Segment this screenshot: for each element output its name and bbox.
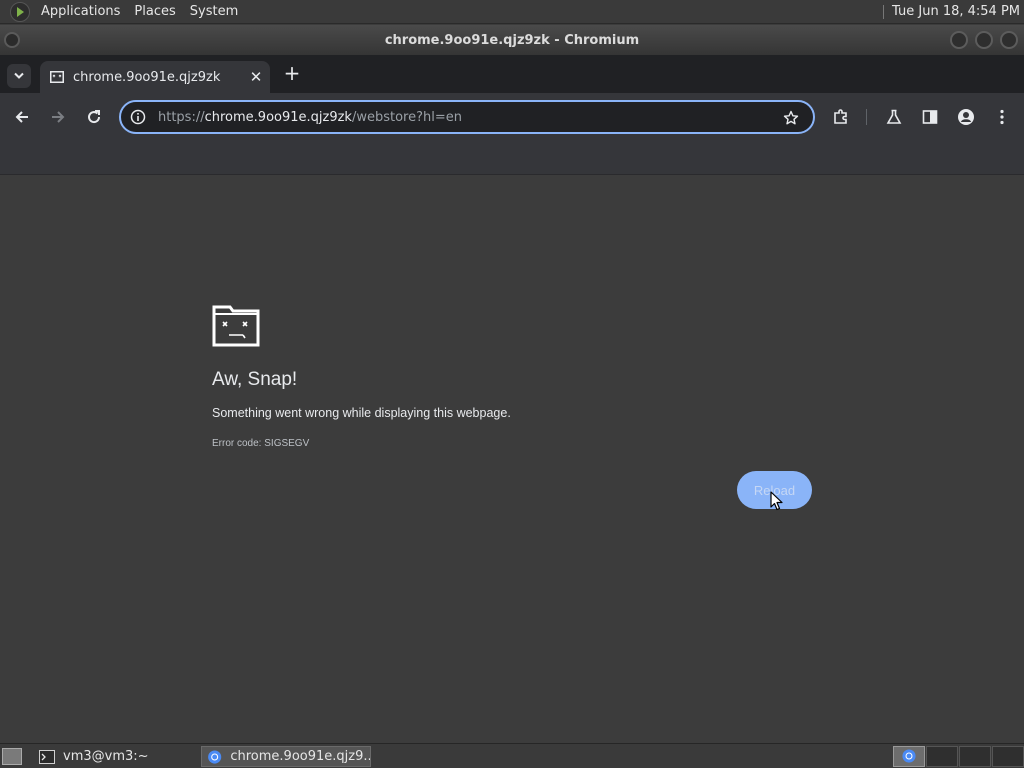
menu-icon bbox=[1000, 109, 1004, 125]
back-icon bbox=[15, 111, 28, 123]
chevron-down-icon bbox=[14, 72, 24, 79]
profile-button[interactable] bbox=[954, 105, 978, 129]
page-favicon-icon bbox=[50, 71, 64, 83]
tab-active[interactable]: chrome.9oo91e.qjz9zk ✕ bbox=[40, 61, 270, 93]
toolbar-separator bbox=[866, 109, 867, 125]
bookmark-star-icon[interactable] bbox=[783, 110, 799, 126]
labs-icon bbox=[886, 109, 902, 124]
reload-button[interactable] bbox=[82, 105, 106, 129]
extensions-button[interactable] bbox=[829, 105, 853, 129]
side-panel-button[interactable] bbox=[918, 105, 942, 129]
menu-button[interactable] bbox=[990, 105, 1014, 129]
applications-menu[interactable]: Applications bbox=[34, 4, 127, 19]
tab-title: chrome.9oo91e.qjz9zk bbox=[73, 69, 221, 85]
error-page: Aw, Snap! Something went wrong while dis… bbox=[0, 175, 1024, 743]
extensions-icon bbox=[834, 109, 847, 124]
workspace-2[interactable] bbox=[926, 746, 958, 767]
window-titlebar[interactable]: chrome.9oo91e.qjz9zk - Chromium bbox=[0, 25, 1024, 55]
tab-search-button[interactable] bbox=[7, 64, 31, 88]
panel-separator bbox=[883, 4, 885, 19]
maximize-button[interactable] bbox=[975, 31, 993, 49]
show-desktop-button[interactable] bbox=[2, 748, 22, 765]
site-info-icon[interactable] bbox=[130, 109, 146, 125]
forward-button[interactable] bbox=[46, 105, 70, 129]
workspace-3[interactable] bbox=[959, 746, 991, 767]
mouse-cursor-icon bbox=[770, 491, 783, 511]
taskbar-item-terminal[interactable]: vm3@vm3:~ bbox=[34, 746, 196, 767]
url-path: /webstore?hl=en bbox=[351, 109, 462, 125]
places-menu[interactable]: Places bbox=[127, 4, 182, 19]
clock-text: Tue Jun 18, 4:54 PM bbox=[892, 4, 1020, 19]
error-code: Error code: SIGSEGV bbox=[212, 438, 310, 449]
taskbar-item-label: chrome.9oo91e.qjz9... bbox=[230, 749, 370, 764]
workspace-4[interactable] bbox=[992, 746, 1024, 767]
browser-toolbar: https://chrome.9oo91e.qjz9zk/webstore?hl… bbox=[0, 93, 1024, 141]
close-icon[interactable]: ✕ bbox=[246, 67, 266, 87]
taskbar-item-chromium[interactable]: chrome.9oo91e.qjz9... bbox=[201, 746, 371, 767]
profile-icon bbox=[958, 109, 974, 125]
new-tab-button[interactable]: + bbox=[282, 63, 302, 85]
gnome-foot-icon[interactable] bbox=[10, 1, 30, 22]
chromium-icon bbox=[208, 749, 222, 764]
top-panel: Applications Places System Tue Jun 18, 4… bbox=[0, 0, 1024, 24]
error-title: Aw, Snap! bbox=[212, 369, 298, 390]
side-panel-icon bbox=[922, 110, 938, 124]
error-message: Something went wrong while displaying th… bbox=[212, 406, 511, 420]
terminal-icon bbox=[39, 749, 55, 764]
minimize-button[interactable] bbox=[950, 31, 968, 49]
url-host: chrome.9oo91e.qjz9zk bbox=[204, 109, 352, 125]
back-button[interactable] bbox=[10, 105, 34, 129]
system-menu[interactable]: System bbox=[183, 4, 245, 19]
window-menu-button[interactable] bbox=[4, 32, 20, 48]
address-bar[interactable]: https://chrome.9oo91e.qjz9zk/webstore?hl… bbox=[119, 100, 815, 134]
chromium-icon bbox=[902, 749, 916, 763]
taskbar: vm3@vm3:~ chrome.9oo91e.qjz9... bbox=[0, 743, 1024, 768]
reload-icon bbox=[88, 110, 101, 124]
url-scheme: https:// bbox=[158, 109, 205, 125]
forward-icon bbox=[52, 111, 65, 123]
workspace-1[interactable] bbox=[893, 746, 925, 767]
taskbar-item-label: vm3@vm3:~ bbox=[63, 749, 149, 764]
clock[interactable]: Tue Jun 18, 4:54 PM bbox=[883, 4, 1024, 19]
close-window-button[interactable] bbox=[1000, 31, 1018, 49]
labs-button[interactable] bbox=[882, 105, 906, 129]
window-title: chrome.9oo91e.qjz9zk - Chromium bbox=[384, 32, 640, 48]
bookmarks-bar-area bbox=[0, 141, 1024, 175]
sad-tab-icon bbox=[212, 305, 260, 347]
tab-strip: chrome.9oo91e.qjz9zk ✕ + bbox=[0, 55, 1024, 93]
